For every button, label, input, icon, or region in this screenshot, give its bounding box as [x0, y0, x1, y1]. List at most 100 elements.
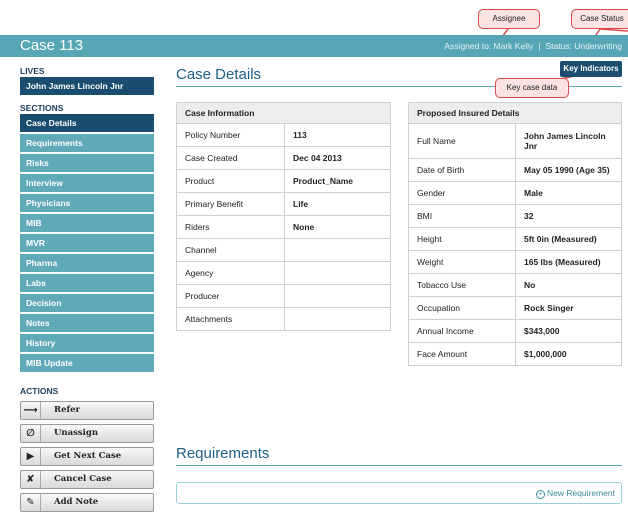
refer-button-label: Refer	[54, 405, 81, 415]
header-meta: Assigned to: Mark Kelly | Status: Underwri…	[444, 41, 622, 51]
table-row: Primary Benefit Life	[176, 192, 391, 216]
assigned-to-text: Assigned to: Mark Kelly	[444, 41, 534, 51]
field-value: Male	[515, 181, 622, 205]
table-row: Policy Number 113	[176, 123, 391, 147]
field-label: Producer	[176, 284, 285, 308]
lives-heading: LIVES	[20, 66, 45, 76]
cancel-case-button-label: Cancel Case	[54, 474, 112, 484]
field-value: Dec 04 2013	[284, 146, 391, 170]
field-value	[284, 284, 391, 308]
sidebar-item-mib[interactable]: MIB	[20, 214, 154, 232]
actions-heading: ACTIONS	[20, 386, 59, 396]
get-next-case-button-label: Get Next Case	[54, 451, 122, 461]
field-label: Attachments	[176, 307, 285, 331]
field-label: Full Name	[408, 123, 516, 159]
field-value	[284, 238, 391, 262]
table-row: Producer	[176, 284, 391, 308]
field-value: 5ft 0in (Measured)	[515, 227, 622, 251]
unassign-button-label: Unassign	[54, 428, 99, 438]
sidebar-item-risks[interactable]: Risks	[20, 154, 154, 172]
sidebar-item-interview[interactable]: Interview	[20, 174, 154, 192]
table-row: Height 5ft 0in (Measured)	[408, 227, 622, 251]
field-label: Date of Birth	[408, 158, 516, 182]
cancel-case-button[interactable]: ✘ Cancel Case	[20, 470, 154, 489]
field-label: Policy Number	[176, 123, 285, 147]
refer-button[interactable]: ⟶ Refer	[20, 401, 154, 420]
sidebar-item-requirements[interactable]: Requirements	[20, 134, 154, 152]
case-information-heading: Case Information	[176, 102, 391, 124]
case-header-bar: Case 113 Assigned to: Mark Kelly | Status:…	[0, 35, 628, 57]
field-label: Annual Income	[408, 319, 516, 343]
field-value: $343,000	[515, 319, 622, 343]
sidebar-item-notes[interactable]: Notes	[20, 314, 154, 332]
case-status-text: Status: Underwriting	[545, 41, 622, 51]
field-label: Occupation	[408, 296, 516, 320]
field-label: Gender	[408, 181, 516, 205]
field-label: Tobacco Use	[408, 273, 516, 297]
field-value: John James Lincoln Jnr	[515, 123, 622, 159]
table-row: Face Amount $1,000,000	[408, 342, 622, 366]
table-row: BMI 32	[408, 204, 622, 228]
table-row: Channel	[176, 238, 391, 262]
arrow-right-icon: ⟶	[21, 402, 41, 419]
field-value: 32	[515, 204, 622, 228]
unassign-button[interactable]: ∅ Unassign	[20, 424, 154, 443]
table-row: Agency	[176, 261, 391, 285]
field-label: Riders	[176, 215, 285, 239]
field-label: Face Amount	[408, 342, 516, 366]
add-note-button[interactable]: ✎ Add Note	[20, 493, 154, 512]
sidebar-item-pharma[interactable]: Pharma	[20, 254, 154, 272]
sidebar-item-decision[interactable]: Decision	[20, 294, 154, 312]
lives-item[interactable]: John James Lincoln Jnr	[20, 77, 154, 95]
plus-circle-icon: +	[535, 490, 545, 499]
case-details-title: Case Details	[176, 66, 262, 83]
field-label: Channel	[176, 238, 285, 262]
field-label: Primary Benefit	[176, 192, 285, 216]
table-row: Case Created Dec 04 2013	[176, 146, 391, 170]
table-row: Full Name John James Lincoln Jnr	[408, 123, 622, 159]
empty-set-icon: ∅	[21, 425, 41, 442]
field-label: Agency	[176, 261, 285, 285]
table-row: Date of Birth May 05 1990 (Age 35)	[408, 158, 622, 182]
sidebar-item-physicians[interactable]: Physicians	[20, 194, 154, 212]
cross-icon: ✘	[21, 471, 41, 488]
table-row: Riders None	[176, 215, 391, 239]
field-value: 165 lbs (Measured)	[515, 250, 622, 274]
key-indicators-button[interactable]: Key Indicators	[560, 61, 622, 77]
table-row: Tobacco Use No	[408, 273, 622, 297]
field-value: Life	[284, 192, 391, 216]
field-label: Weight	[408, 250, 516, 274]
sections-heading: SECTIONS	[20, 103, 64, 113]
field-value: 113	[284, 123, 391, 147]
sidebar-item-case-details[interactable]: Case Details	[20, 114, 154, 132]
field-value: May 05 1990 (Age 35)	[515, 158, 622, 182]
field-value: Rock Singer	[515, 296, 622, 320]
sidebar-item-history[interactable]: History	[20, 334, 154, 352]
case-status-callout: Case Status	[571, 9, 628, 29]
sidebar: LIVES John James Lincoln Jnr SECTIONS Ca…	[20, 66, 154, 516]
case-information-table: Case Information Policy Number 113 Case C…	[176, 102, 391, 331]
field-label: Case Created	[176, 146, 285, 170]
requirements-panel: + New Requirement	[176, 482, 622, 504]
requirements-divider	[176, 465, 622, 466]
assignee-callout: Assignee	[478, 9, 540, 29]
key-case-data-callout: Key case data	[495, 78, 569, 98]
pencil-icon: ✎	[21, 494, 41, 511]
case-title: Case 113	[20, 37, 84, 54]
sidebar-item-labs[interactable]: Labs	[20, 274, 154, 292]
get-next-case-button[interactable]: ▶ Get Next Case	[20, 447, 154, 466]
new-requirement-label: New Requirement	[546, 488, 615, 498]
header-separator: |	[538, 41, 541, 51]
field-label: Height	[408, 227, 516, 251]
requirements-title: Requirements	[176, 445, 270, 462]
new-requirement-link[interactable]: + New Requirement	[535, 488, 615, 499]
add-note-button-label: Add Note	[54, 497, 99, 507]
sidebar-item-mib-update[interactable]: MIB Update	[20, 354, 154, 372]
table-row: Weight 165 lbs (Measured)	[408, 250, 622, 274]
field-label: BMI	[408, 204, 516, 228]
field-value: None	[284, 215, 391, 239]
field-value: Product_Name	[284, 169, 391, 193]
table-row: Annual Income $343,000	[408, 319, 622, 343]
play-icon: ▶	[21, 448, 41, 465]
sidebar-item-mvr[interactable]: MVR	[20, 234, 154, 252]
